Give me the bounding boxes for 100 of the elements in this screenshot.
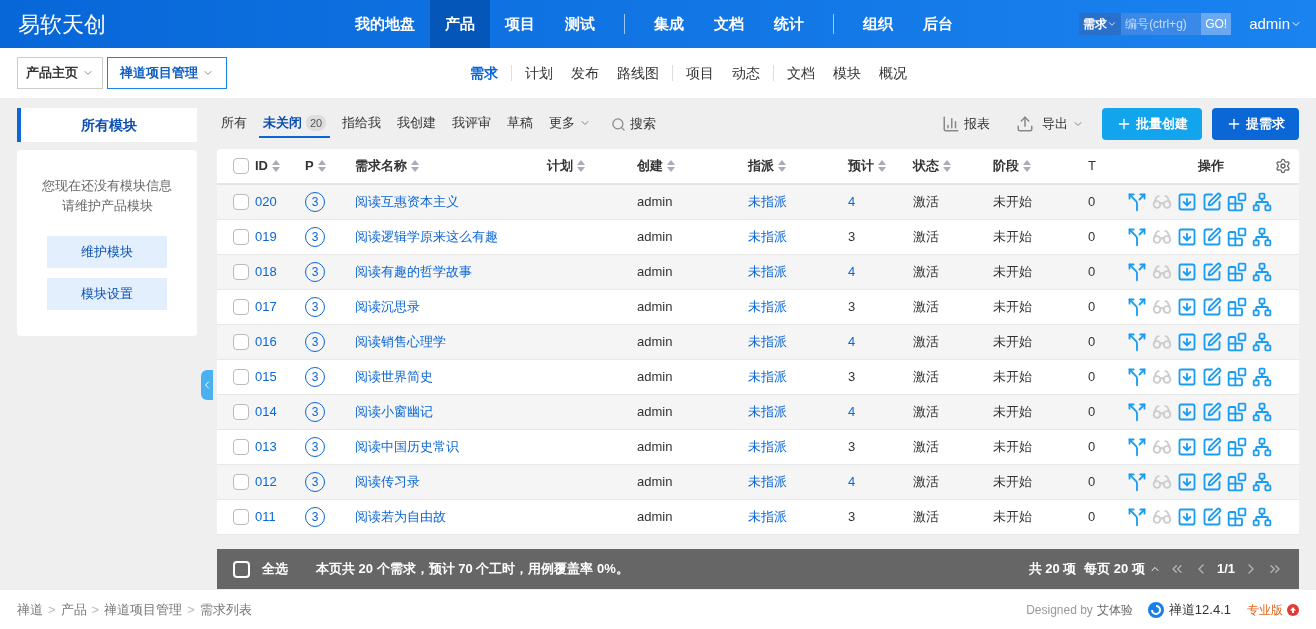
collapse-handle[interactable] xyxy=(201,370,213,400)
edit-icon[interactable] xyxy=(1202,402,1222,422)
column-header[interactable]: ID xyxy=(255,156,268,176)
nav-tab[interactable]: 后台 xyxy=(908,0,968,48)
breadcrumb-link[interactable]: 禅道项目管理 xyxy=(104,599,183,620)
checkbox[interactable] xyxy=(233,229,249,245)
id-link[interactable]: 015 xyxy=(255,369,277,385)
blocks-icon[interactable] xyxy=(1227,402,1247,422)
module-button[interactable]: 维护模块 xyxy=(47,236,167,268)
story-link[interactable]: 阅读互惠资本主义 xyxy=(355,194,459,210)
blocks-icon[interactable] xyxy=(1227,262,1247,282)
module-button[interactable]: 模块设置 xyxy=(47,278,167,310)
split-icon[interactable] xyxy=(1127,402,1147,422)
sub-nav-tab[interactable]: 项目 xyxy=(676,62,723,84)
create-button[interactable]: 提需求 xyxy=(1212,108,1299,140)
checkbox[interactable] xyxy=(233,404,249,420)
id-link[interactable]: 019 xyxy=(255,229,277,245)
edition-link[interactable]: 专业版 xyxy=(1247,600,1283,619)
product-selector[interactable]: 禅道项目管理 xyxy=(107,57,227,89)
sub-nav-tab[interactable]: 概况 xyxy=(869,62,916,84)
version-link[interactable]: 禅道12.4.1 xyxy=(1168,599,1231,620)
filter-tab[interactable]: 我创建 xyxy=(393,110,441,138)
assign-link[interactable]: 未指派 xyxy=(748,404,787,420)
id-link[interactable]: 012 xyxy=(255,474,277,490)
edit-icon[interactable] xyxy=(1202,262,1222,282)
table-row[interactable]: 016 3 阅读销售心理学 admin 未指派 4 激活 未开始 0 xyxy=(217,325,1299,360)
blocks-icon[interactable] xyxy=(1227,367,1247,387)
column-header[interactable]: 需求名称 xyxy=(355,156,407,176)
checkbox[interactable] xyxy=(233,509,249,525)
nav-tab[interactable]: 项目 xyxy=(490,0,550,48)
assign-link[interactable]: 未指派 xyxy=(748,509,787,525)
blocks-icon[interactable] xyxy=(1227,227,1247,247)
split-icon[interactable] xyxy=(1127,367,1147,387)
story-link[interactable]: 阅读逻辑学原来这么有趣 xyxy=(355,229,498,245)
column-header[interactable]: 指派 xyxy=(748,156,774,176)
story-link[interactable]: 阅读若为自由故 xyxy=(355,509,446,525)
nav-tab[interactable]: 统计 xyxy=(759,0,819,48)
breadcrumb-link[interactable]: 需求列表 xyxy=(199,599,252,620)
edit-icon[interactable] xyxy=(1202,192,1222,212)
filter-tab[interactable]: 我评审 xyxy=(448,110,496,138)
split-icon[interactable] xyxy=(1127,297,1147,317)
table-row[interactable]: 018 3 阅读有趣的哲学故事 admin 未指派 4 激活 未开始 0 xyxy=(217,255,1299,290)
id-link[interactable]: 013 xyxy=(255,439,277,455)
story-link[interactable]: 阅读销售心理学 xyxy=(355,334,446,350)
sub-nav-tab[interactable]: 动态 xyxy=(722,62,769,84)
hierarchy-icon[interactable] xyxy=(1252,192,1272,212)
assign-link[interactable]: 未指派 xyxy=(748,194,787,210)
hierarchy-icon[interactable] xyxy=(1252,367,1272,387)
assign-link[interactable]: 未指派 xyxy=(748,229,787,245)
settings-icon[interactable] xyxy=(1275,158,1291,174)
column-header[interactable]: P xyxy=(305,156,314,176)
assign-link[interactable]: 未指派 xyxy=(748,439,787,455)
sub-nav-tab[interactable]: 文档 xyxy=(777,62,824,84)
blocks-icon[interactable] xyxy=(1227,472,1247,492)
search-type-dropdown[interactable]: 需求 xyxy=(1079,13,1122,35)
breadcrumb-link[interactable]: 产品 xyxy=(60,599,87,620)
assign-link[interactable]: 未指派 xyxy=(748,264,787,280)
edit-icon[interactable] xyxy=(1202,332,1222,352)
story-link[interactable]: 阅读世界简史 xyxy=(355,369,433,385)
search-field[interactable]: 编号(ctrl+g) xyxy=(1121,13,1202,35)
filter-tab[interactable]: 草稿 xyxy=(503,110,538,138)
blocks-icon[interactable] xyxy=(1227,437,1247,457)
split-icon[interactable] xyxy=(1127,262,1147,282)
checkbox[interactable] xyxy=(233,194,249,210)
id-link[interactable]: 018 xyxy=(255,264,277,280)
id-link[interactable]: 020 xyxy=(255,194,277,210)
sub-nav-tab[interactable]: 需求 xyxy=(460,62,507,84)
sub-nav-tab[interactable]: 计划 xyxy=(515,62,562,84)
split-icon[interactable] xyxy=(1127,192,1147,212)
checkbox[interactable] xyxy=(233,158,249,174)
nav-tab[interactable]: 组织 xyxy=(848,0,908,48)
nav-tab[interactable]: 产品 xyxy=(430,0,490,48)
assign-link[interactable]: 未指派 xyxy=(748,474,787,490)
edit-icon[interactable] xyxy=(1202,507,1222,527)
edit-icon[interactable] xyxy=(1202,367,1222,387)
filter-tab[interactable]: 更多 xyxy=(545,110,596,138)
story-link[interactable]: 阅读有趣的哲学故事 xyxy=(355,264,472,280)
assign-link[interactable]: 未指派 xyxy=(748,299,787,315)
split-icon[interactable] xyxy=(1127,332,1147,352)
hierarchy-icon[interactable] xyxy=(1252,402,1272,422)
edit-icon[interactable] xyxy=(1202,227,1222,247)
sub-nav-tab[interactable]: 路线图 xyxy=(607,62,668,84)
column-header[interactable]: 阶段 xyxy=(993,156,1019,176)
split-icon[interactable] xyxy=(1127,437,1147,457)
assign-link[interactable]: 未指派 xyxy=(748,369,787,385)
export-button[interactable]: 导出 xyxy=(1008,114,1092,134)
story-link[interactable]: 阅读沉思录 xyxy=(355,299,420,315)
id-link[interactable]: 016 xyxy=(255,334,277,350)
breadcrumb-link[interactable]: 禅道 xyxy=(17,599,43,620)
user-menu[interactable]: admin xyxy=(1249,12,1302,36)
table-row[interactable]: 012 3 阅读传习录 admin 未指派 4 激活 未开始 0 xyxy=(217,465,1299,500)
report-button[interactable]: 报表 xyxy=(934,114,998,134)
story-link[interactable]: 阅读小窗幽记 xyxy=(355,404,433,420)
split-icon[interactable] xyxy=(1127,227,1147,247)
nav-tab[interactable]: 文档 xyxy=(699,0,759,48)
split-icon[interactable] xyxy=(1127,472,1147,492)
product-home-button[interactable]: 产品主页 xyxy=(17,57,103,89)
hierarchy-icon[interactable] xyxy=(1252,437,1272,457)
hierarchy-icon[interactable] xyxy=(1252,227,1272,247)
column-header[interactable]: 计划 xyxy=(547,156,573,176)
